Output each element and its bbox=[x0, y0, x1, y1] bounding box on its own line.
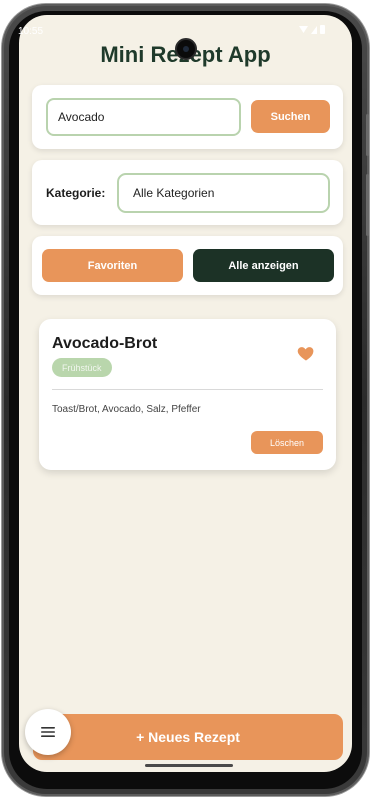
wifi-icon bbox=[299, 26, 308, 33]
status-icons bbox=[299, 25, 325, 34]
menu-icon bbox=[41, 727, 55, 737]
search-input[interactable] bbox=[46, 98, 241, 136]
new-recipe-button[interactable]: + Neues Rezept bbox=[33, 714, 343, 760]
recipe-ingredients: Toast/Brot, Avocado, Salz, Pfeffer bbox=[52, 404, 201, 415]
category-label: Kategorie: bbox=[46, 186, 106, 200]
heart-icon[interactable] bbox=[296, 343, 316, 363]
volume-button bbox=[366, 174, 369, 236]
home-indicator[interactable] bbox=[145, 764, 233, 767]
show-all-button[interactable]: Alle anzeigen bbox=[193, 249, 334, 282]
category-badge: Frühstück bbox=[52, 358, 112, 377]
recipe-title: Avocado-Brot bbox=[52, 335, 158, 352]
search-button[interactable]: Suchen bbox=[251, 100, 330, 133]
card-divider bbox=[52, 389, 323, 390]
menu-button[interactable] bbox=[25, 709, 71, 755]
camera-icon bbox=[175, 38, 197, 60]
recipe-card: Avocado-Brot Frühstück Toast/Brot, Avoca… bbox=[39, 319, 336, 470]
delete-button[interactable]: Löschen bbox=[251, 431, 323, 454]
category-select[interactable]: Alle Kategorien bbox=[117, 173, 330, 213]
power-button bbox=[366, 114, 369, 156]
status-time: 10:55 bbox=[18, 26, 44, 37]
signal-icon bbox=[311, 25, 317, 34]
battery-icon bbox=[320, 25, 325, 34]
favorites-button[interactable]: Favoriten bbox=[42, 249, 183, 282]
category-select-value: Alle Kategorien bbox=[133, 186, 215, 200]
